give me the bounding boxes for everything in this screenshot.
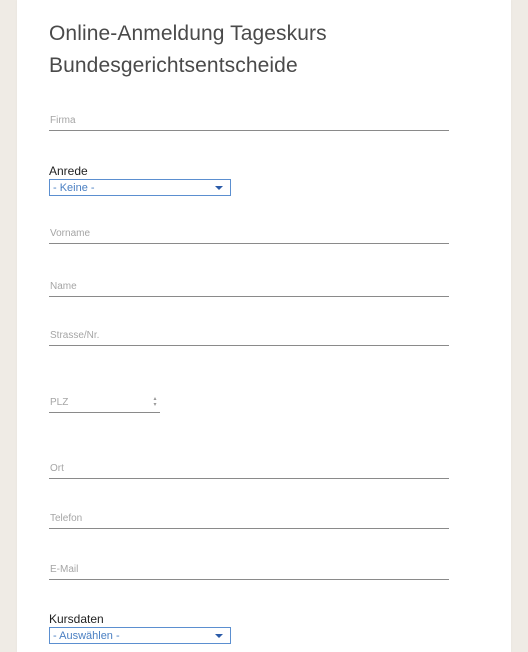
ort-input[interactable]: Ort	[49, 456, 449, 479]
kursdaten-select[interactable]: - Auswählen -	[49, 627, 231, 644]
chevron-down-icon	[215, 634, 223, 638]
name-placeholder: Name	[50, 281, 77, 292]
email-placeholder: E-Mail	[50, 564, 79, 575]
anrede-label: Anrede	[49, 164, 88, 178]
firma-input[interactable]: Firma	[49, 108, 449, 131]
telefon-placeholder: Telefon	[50, 513, 83, 524]
firma-placeholder: Firma	[50, 115, 76, 126]
email-input[interactable]: E-Mail	[49, 557, 449, 580]
anrede-selected-value: - Keine -	[53, 182, 95, 194]
anrede-select[interactable]: - Keine -	[49, 179, 231, 196]
name-input[interactable]: Name	[49, 274, 449, 297]
stepper-icon[interactable]: ▴ ▾	[152, 396, 158, 408]
chevron-down-icon	[215, 186, 223, 190]
page-title: Online-Anmeldung Tageskurs Bundesgericht…	[49, 18, 469, 82]
strasse-placeholder: Strasse/Nr.	[50, 330, 100, 341]
ort-placeholder: Ort	[50, 463, 64, 474]
kursdaten-label: Kursdaten	[49, 612, 104, 626]
plz-input[interactable]: PLZ ▴ ▾	[49, 394, 160, 413]
vorname-input[interactable]: Vorname	[49, 221, 449, 244]
vorname-placeholder: Vorname	[50, 228, 91, 239]
strasse-input[interactable]: Strasse/Nr.	[49, 323, 449, 346]
title-line-1: Online-Anmeldung Tageskurs	[49, 22, 327, 45]
telefon-input[interactable]: Telefon	[49, 506, 449, 529]
title-line-2: Bundesgerichtsentscheide	[49, 54, 298, 77]
plz-placeholder: PLZ	[50, 397, 69, 408]
kursdaten-selected-value: - Auswählen -	[53, 630, 120, 642]
form-card: Online-Anmeldung Tageskurs Bundesgericht…	[17, 0, 511, 652]
